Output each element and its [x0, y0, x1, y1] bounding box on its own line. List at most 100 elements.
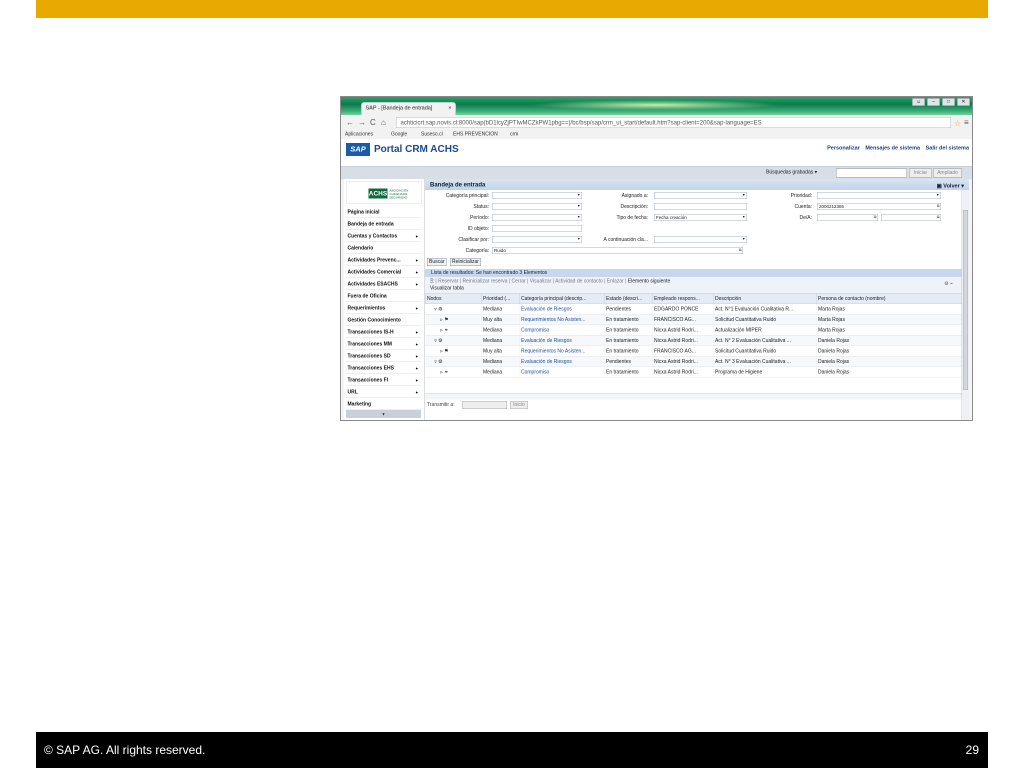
- tree-node-icon[interactable]: ▹ ⚑: [425, 345, 482, 357]
- transmit-select[interactable]: [462, 401, 507, 409]
- column-header[interactable]: Nodos: [425, 293, 482, 304]
- system-messages-link[interactable]: Mensajes de sistema: [865, 145, 920, 151]
- column-header[interactable]: Prioridad (...: [481, 293, 520, 304]
- address-bar[interactable]: achticicrt.sap.novis.cl:8000/sap(bD1lcyZ…: [396, 117, 951, 128]
- maximize-icon[interactable]: □: [942, 98, 955, 106]
- category-input[interactable]: Ruido ⧉: [492, 247, 743, 254]
- category-link[interactable]: Compromiso: [519, 366, 605, 378]
- user-icon[interactable]: ☺: [912, 98, 925, 106]
- nav-item-label: Transacciones SD: [347, 353, 391, 360]
- nav-item[interactable]: Gestión Conocimiento: [346, 315, 421, 326]
- period-select[interactable]: ▼: [492, 214, 582, 221]
- saved-searches-select[interactable]: [836, 168, 907, 178]
- start-button[interactable]: Iniciar: [909, 168, 932, 178]
- category-link[interactable]: Requerimientos No Asisten...: [519, 314, 605, 325]
- tree-node-icon[interactable]: ▹ ⚭: [425, 366, 482, 378]
- tree-node-icon[interactable]: ▿ ⚙: [425, 303, 482, 315]
- nav-item[interactable]: Cuentas y Contactos ▸: [346, 231, 421, 242]
- nav-item[interactable]: Marketing: [346, 399, 421, 410]
- column-header[interactable]: Categoría principal (descrip...: [519, 293, 605, 304]
- bookmark-item[interactable]: Google: [391, 132, 407, 138]
- object-id-input[interactable]: [492, 225, 582, 232]
- tree-node-icon[interactable]: ▿ ⚙: [425, 356, 482, 367]
- expanded-button[interactable]: Ampliado: [933, 168, 962, 178]
- priority-select[interactable]: ▼: [817, 192, 941, 199]
- horizontal-scrollbar[interactable]: [425, 393, 962, 400]
- nav-item[interactable]: Requerimientos ▸: [346, 303, 421, 314]
- browser-tab[interactable]: SAP - [Bandeja de entrada] ×: [361, 102, 456, 115]
- column-header[interactable]: Descripción: [713, 293, 817, 304]
- status-select[interactable]: ▼: [492, 203, 582, 210]
- toolbar-actions[interactable]: ⎘ | Reservar | Reinicializar reserva | C…: [430, 279, 670, 285]
- account-input[interactable]: 2000212386 ⧉: [817, 203, 941, 210]
- table-row[interactable]: ▹ ⚭ Mediana Compromiso En tratamiento Nicxa …: [425, 324, 963, 336]
- description-input[interactable]: [654, 203, 747, 210]
- back-icon[interactable]: ←: [346, 119, 354, 128]
- reload-icon[interactable]: C: [370, 119, 376, 128]
- category-link[interactable]: Evaluación de Riesgos: [519, 335, 605, 346]
- table-row[interactable]: ▹ ⚑ Muy alta Requerimientos No Asisten... E…: [425, 345, 963, 357]
- search-button[interactable]: Buscar: [427, 258, 447, 266]
- tree-node-icon[interactable]: ▹ ⚭: [425, 324, 482, 336]
- forward-icon[interactable]: →: [358, 119, 366, 128]
- screenshot-frame: SAP - [Bandeja de entrada] × ☺ – □ ✕ ← →…: [340, 96, 973, 421]
- nav-item[interactable]: Bandeja de entrada: [346, 219, 421, 230]
- assigned-to-select[interactable]: ▼: [654, 192, 747, 199]
- saved-searches-label[interactable]: Búsquedas grabadas ▾: [766, 170, 817, 176]
- field-label: De/A:: [799, 215, 812, 221]
- tree-node-icon[interactable]: ▹ ⚑: [425, 314, 482, 325]
- bookmark-item[interactable]: Aplicaciones: [345, 132, 373, 138]
- column-header[interactable]: Persona de contacto (nombre): [816, 293, 963, 304]
- table-row[interactable]: ▹ ⚑ Muy alta Requerimientos No Asisten... E…: [425, 314, 963, 325]
- bookmark-item[interactable]: crm: [510, 132, 518, 138]
- date-to-input[interactable]: ⧉: [881, 214, 941, 221]
- nav-item[interactable]: Calendario: [346, 243, 421, 254]
- settings-icon[interactable]: ⚙ ⌁: [944, 281, 953, 287]
- sort-by-select[interactable]: ▼: [492, 236, 582, 243]
- nav-item[interactable]: URL ▸: [346, 387, 421, 398]
- bookmark-item[interactable]: EHS PREVENCION: [453, 132, 498, 138]
- personalize-link[interactable]: Personalizar: [827, 145, 860, 151]
- tab-close-icon[interactable]: ×: [448, 105, 451, 111]
- minimize-icon[interactable]: –: [927, 98, 940, 106]
- category-link[interactable]: Compromiso: [519, 324, 605, 336]
- nav-item[interactable]: Transacciones EHS ▸: [346, 363, 421, 374]
- nav-item[interactable]: Transacciones MM ▸: [346, 339, 421, 350]
- nav-item[interactable]: Fuera de Oficina: [346, 291, 421, 302]
- bookmark-item[interactable]: Suseso.cl: [421, 132, 443, 138]
- main-category-select[interactable]: ▼: [492, 192, 582, 199]
- back-button[interactable]: ▣ Volver ▾: [937, 181, 964, 192]
- date-type-select[interactable]: Fecha creación ▼: [654, 214, 747, 221]
- inicio-button[interactable]: Inicio: [510, 401, 528, 409]
- view-table-link[interactable]: Visualizar tabla: [430, 286, 464, 292]
- date-from-input[interactable]: ⧉: [817, 214, 878, 221]
- reset-button[interactable]: Reinicializar: [450, 258, 481, 266]
- result-toolbar: ⎘ | Reservar | Reinicializar reserva | C…: [425, 277, 962, 294]
- nav-item[interactable]: Actividades Comercial ▸: [346, 267, 421, 278]
- tree-node-icon[interactable]: ▿ ⚙: [425, 335, 482, 346]
- column-header[interactable]: Estado (descri...: [604, 293, 653, 304]
- star-icon[interactable]: ☆: [954, 119, 961, 129]
- menu-icon[interactable]: ≡: [964, 119, 969, 128]
- nav-scroll-down-icon[interactable]: ▾: [346, 410, 421, 418]
- category-link[interactable]: Evaluación de Riesgos: [519, 303, 605, 315]
- nav-item[interactable]: Transacciones SD ▸: [346, 351, 421, 362]
- logout-link[interactable]: Salir del sistema: [926, 145, 969, 151]
- table-row[interactable]: ▿ ⚙ Mediana Evaluación de Riesgos Pendiente…: [425, 303, 963, 315]
- close-window-icon[interactable]: ✕: [957, 98, 970, 106]
- column-header[interactable]: Empleado respons...: [652, 293, 714, 304]
- table-row[interactable]: ▿ ⚙ Mediana Evaluación de Riesgos En tratam…: [425, 335, 963, 346]
- nav-item[interactable]: Actividades Prevenc... ▸: [346, 255, 421, 266]
- then-sort-select[interactable]: ▼: [654, 236, 747, 243]
- home-icon[interactable]: ⌂: [381, 119, 386, 128]
- nav-item[interactable]: Página inicial: [346, 207, 421, 218]
- category-link[interactable]: Requerimientos No Asisten...: [519, 345, 605, 357]
- table-cell: Mediana: [481, 303, 520, 315]
- category-link[interactable]: Evaluación de Riesgos: [519, 356, 605, 367]
- vertical-scrollbar[interactable]: [961, 190, 969, 420]
- nav-item[interactable]: Transacciones FI ▸: [346, 375, 421, 386]
- table-row[interactable]: ▹ ⚭ Mediana Compromiso En tratamiento Nicxa …: [425, 366, 963, 378]
- table-row[interactable]: ▿ ⚙ Mediana Evaluación de Riesgos Pendiente…: [425, 356, 963, 367]
- nav-item[interactable]: Actividades ESACHS ▸: [346, 279, 421, 290]
- nav-item[interactable]: Transacciones IS-H ▸: [346, 327, 421, 338]
